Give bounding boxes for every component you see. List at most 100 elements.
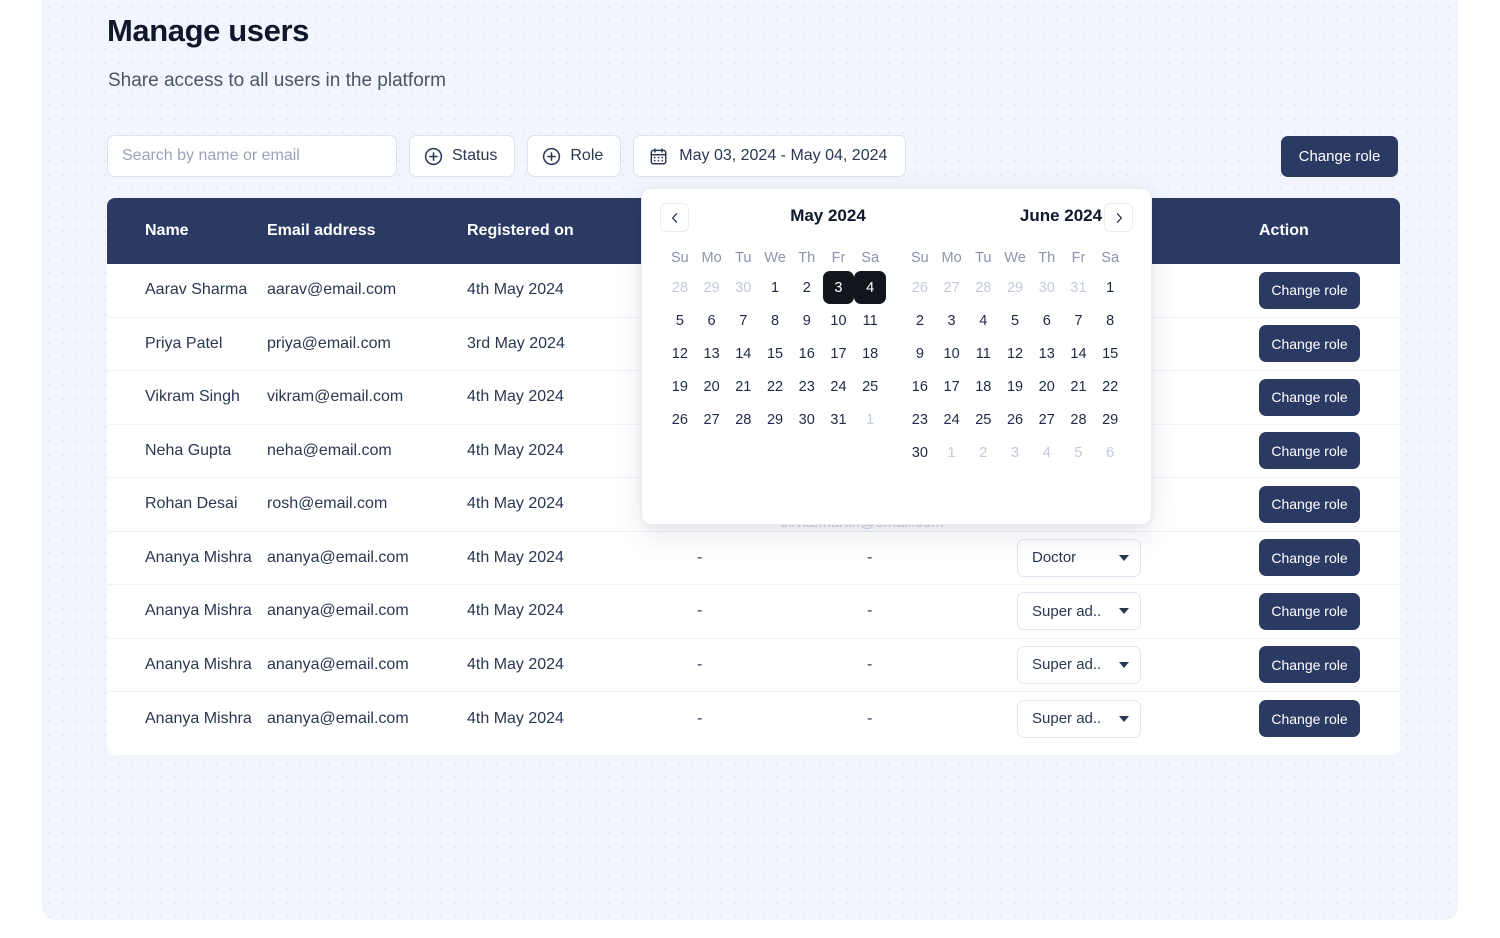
calendar-day[interactable]: 28 (727, 403, 759, 436)
calendar-day[interactable]: 17 (823, 337, 855, 370)
calendar-day[interactable]: 13 (1031, 337, 1063, 370)
row-change-role-button[interactable]: Change role (1259, 325, 1360, 363)
date-range-button[interactable]: May 03, 2024 - May 04, 2024 (633, 135, 907, 177)
row-change-role-button[interactable]: Change role (1259, 700, 1360, 738)
calendar-next-button[interactable] (1104, 203, 1133, 232)
calendar-day[interactable]: 5 (664, 304, 696, 337)
calendar-day[interactable]: 5 (999, 304, 1031, 337)
calendar-day[interactable]: 19 (664, 370, 696, 403)
calendar-day[interactable]: 23 (791, 370, 823, 403)
calendar-day[interactable]: 10 (823, 304, 855, 337)
page-title: Manage users (107, 13, 309, 48)
calendar-day[interactable]: 6 (1031, 304, 1063, 337)
calendar-day[interactable]: 2 (904, 304, 936, 337)
calendar-day[interactable]: 23 (904, 403, 936, 436)
row-change-role-button[interactable]: Change role (1259, 592, 1360, 630)
calendar-day[interactable]: 1 (759, 271, 791, 304)
calendar-day[interactable]: 29 (1094, 403, 1126, 436)
calendar-day[interactable]: 7 (727, 304, 759, 337)
calendar-day[interactable]: 30 (791, 403, 823, 436)
calendar-day[interactable]: 2 (791, 271, 823, 304)
calendar-day[interactable]: 20 (1031, 370, 1063, 403)
row-change-role-button[interactable]: Change role (1259, 271, 1360, 309)
calendar-day[interactable]: 11 (854, 304, 886, 337)
role-select[interactable]: Super ad.. (1017, 699, 1141, 738)
calendar-day[interactable]: 31 (1063, 271, 1095, 304)
calendar-day[interactable]: 29 (696, 271, 728, 304)
calendar-day[interactable]: 13 (696, 337, 728, 370)
row-change-role-button[interactable]: Change role (1259, 539, 1360, 577)
calendar-day[interactable]: 4 (967, 304, 999, 337)
calendar-day[interactable]: 25 (967, 403, 999, 436)
calendar-day[interactable]: 24 (936, 403, 968, 436)
role-filter-button[interactable]: Role (527, 135, 622, 177)
calendar-day[interactable]: 27 (696, 403, 728, 436)
calendar-day[interactable]: 5 (1063, 436, 1095, 469)
calendar-day[interactable]: 27 (936, 271, 968, 304)
calendar-day[interactable]: 22 (1094, 370, 1126, 403)
calendar-day[interactable]: 18 (854, 337, 886, 370)
calendar-day[interactable]: 24 (823, 370, 855, 403)
calendar-day[interactable]: 12 (999, 337, 1031, 370)
calendar-day[interactable]: 2 (967, 436, 999, 469)
calendar-day[interactable]: 29 (759, 403, 791, 436)
calendar-day[interactable]: 8 (1094, 304, 1126, 337)
change-role-button[interactable]: Change role (1281, 136, 1398, 177)
calendar-day[interactable]: 27 (1031, 403, 1063, 436)
calendar-day[interactable]: 1 (854, 403, 886, 436)
role-select[interactable]: Super ad.. (1017, 645, 1141, 684)
calendar-day[interactable]: 26 (664, 403, 696, 436)
status-filter-button[interactable]: Status (409, 135, 516, 177)
search-input[interactable] (107, 135, 397, 177)
calendar-day[interactable]: 10 (936, 337, 968, 370)
calendar-day[interactable]: 12 (664, 337, 696, 370)
calendar-day[interactable]: 14 (1063, 337, 1095, 370)
calendar-day[interactable]: 6 (1094, 436, 1126, 469)
calendar-day[interactable]: 3 (999, 436, 1031, 469)
calendar-day[interactable]: 3 (936, 304, 968, 337)
calendar-day[interactable]: 1 (936, 436, 968, 469)
calendar-day[interactable]: 21 (727, 370, 759, 403)
calendar-day[interactable]: 1 (1094, 271, 1126, 304)
calendar-day[interactable]: 28 (1063, 403, 1095, 436)
calendar-day[interactable]: 29 (999, 271, 1031, 304)
calendar-day[interactable]: 28 (664, 271, 696, 304)
calendar-day[interactable]: 25 (854, 370, 886, 403)
calendar-day[interactable]: 19 (999, 370, 1031, 403)
role-select-value: Doctor (1032, 549, 1077, 567)
calendar-day[interactable]: 7 (1063, 304, 1095, 337)
calendar-week-row: 30 1 2 3 4 5 6 (904, 436, 1126, 469)
calendar-day[interactable]: 4 (1031, 436, 1063, 469)
calendar-day[interactable]: 9 (904, 337, 936, 370)
calendar-day[interactable]: 16 (791, 337, 823, 370)
row-change-role-button[interactable]: Change role (1259, 485, 1360, 523)
row-change-role-button[interactable]: Change role (1259, 378, 1360, 416)
row-change-role-button[interactable]: Change role (1259, 432, 1360, 470)
calendar-day[interactable]: 22 (759, 370, 791, 403)
calendar-day[interactable]: 20 (696, 370, 728, 403)
calendar-day[interactable]: 31 (823, 403, 855, 436)
calendar-day[interactable]: 9 (791, 304, 823, 337)
role-select[interactable]: Doctor (1017, 538, 1141, 577)
calendar-day[interactable]: 18 (967, 370, 999, 403)
calendar-day[interactable]: 15 (759, 337, 791, 370)
calendar-day[interactable]: 14 (727, 337, 759, 370)
calendar-prev-button[interactable] (660, 203, 689, 232)
calendar-day[interactable]: 26 (999, 403, 1031, 436)
calendar-day-selected[interactable]: 4 (854, 271, 887, 304)
calendar-day[interactable]: 8 (759, 304, 791, 337)
calendar-day[interactable]: 21 (1063, 370, 1095, 403)
calendar-day[interactable]: 30 (904, 436, 936, 469)
calendar-day-selected[interactable]: 3 (822, 271, 855, 304)
calendar-day[interactable]: 17 (936, 370, 968, 403)
calendar-day[interactable]: 30 (1031, 271, 1063, 304)
calendar-day[interactable]: 16 (904, 370, 936, 403)
row-change-role-button[interactable]: Change role (1259, 646, 1360, 684)
calendar-day[interactable]: 6 (696, 304, 728, 337)
calendar-day[interactable]: 26 (904, 271, 936, 304)
calendar-day[interactable]: 28 (967, 271, 999, 304)
calendar-day[interactable]: 11 (967, 337, 999, 370)
calendar-day[interactable]: 30 (727, 271, 759, 304)
calendar-day[interactable]: 15 (1094, 337, 1126, 370)
role-select[interactable]: Super ad.. (1017, 592, 1141, 631)
